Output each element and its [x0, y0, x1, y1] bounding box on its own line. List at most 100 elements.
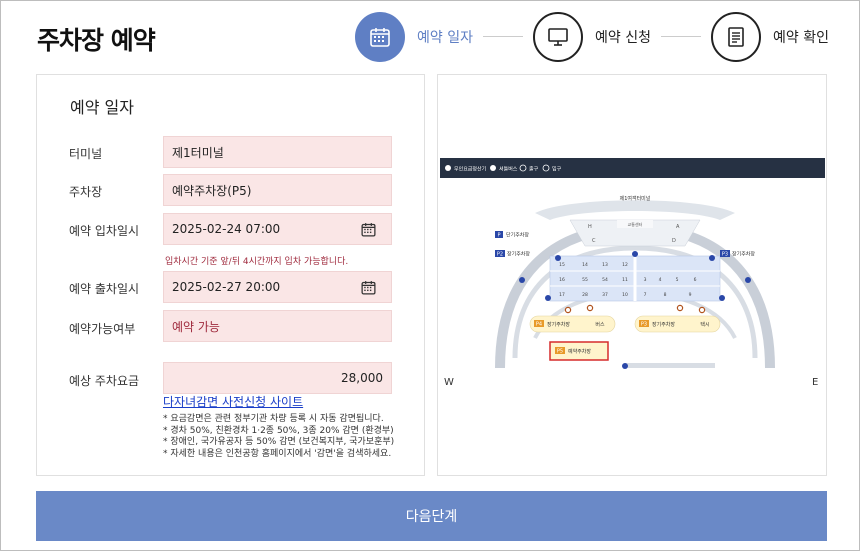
terminal-field[interactable]: 제1터미널 [163, 136, 392, 168]
step-connector [483, 36, 523, 37]
lot-label: 장기주차장 [652, 321, 675, 328]
grid-number: 8 [664, 292, 667, 298]
progress-steps: 예약 일자 예약 신청 예약 확인 [355, 12, 835, 62]
badge-text: P [497, 233, 500, 239]
grid-number: 55 [582, 277, 588, 283]
badge-text: P4 [536, 322, 542, 328]
parking-value: 예약주차장(P5) [172, 183, 252, 198]
exit-marker-icon [698, 306, 706, 314]
step-connector [661, 36, 701, 37]
compass-west: W [444, 377, 454, 388]
map-pin-icon [555, 255, 561, 261]
grid-number: 3 [644, 277, 647, 283]
availability-field: 예약 가능 [163, 310, 392, 342]
exit-datetime-value: 2025-02-27 20:00 [172, 280, 281, 294]
exit-datetime-field[interactable]: 2025-02-27 20:00 [163, 271, 392, 303]
parking-field[interactable]: 예약주차장(P5) [163, 174, 392, 206]
gate-label: H [588, 224, 592, 230]
step-3-label: 예약 확인 [773, 30, 829, 46]
badge-text: P3 [722, 252, 728, 258]
grid-number: 12 [622, 262, 628, 268]
grid-number: 28 [582, 292, 588, 298]
exit-datetime-label: 예약 출차일시 [69, 282, 140, 296]
badge-text: P2 [497, 252, 503, 258]
map-pin-icon [745, 277, 751, 283]
grid-number: 7 [644, 292, 647, 298]
entry-datetime-field[interactable]: 2025-02-24 07:00 [163, 213, 392, 245]
terminal-roof [535, 200, 735, 220]
grid-number: 16 [559, 277, 565, 283]
entry-time-hint: 입차시간 기준 앞/뒤 4시간까지 입차 가능합니다. [165, 257, 349, 267]
legend-item: 셔틀버스 [499, 166, 518, 173]
lower-road [625, 363, 715, 368]
lot-label: 장기주차장 [547, 321, 570, 328]
exit-marker-icon [676, 304, 684, 312]
grid-number: 14 [582, 262, 588, 268]
grid-number: 4 [659, 277, 662, 283]
calendar-icon[interactable] [360, 221, 377, 238]
map-pin-icon [719, 295, 725, 301]
badge-text: P5 [557, 349, 563, 355]
gate-label: A [676, 224, 680, 230]
grid-number: 17 [559, 292, 565, 298]
grid-number: 15 [559, 262, 565, 268]
grid-number: 54 [602, 277, 608, 283]
step-2-label: 예약 신청 [595, 30, 651, 46]
bus-label: 버스 [595, 321, 605, 328]
grid-number: 13 [602, 262, 608, 268]
legend-item: 출구 [529, 166, 539, 173]
note-line: * 장애인, 국가유공자 등 50% 감면 (보건복지부, 국가보훈부) [163, 437, 395, 447]
airport-parking-map: 무인요금정산기 셔틀버스 출구 입구 제1여객터미널 H A C D 교통센터 [440, 158, 825, 369]
lot-label: 단기주차장 [506, 232, 529, 239]
discount-notes: * 요금감면은 관련 정부기관 차량 등록 시 자동 감면됩니다. * 경차 5… [163, 414, 394, 460]
lot-label: 예약주차장 [568, 348, 591, 355]
note-line: * 요금감면은 관련 정부기관 차량 등록 시 자동 감면됩니다. [163, 414, 384, 424]
step-1-calendar-icon [355, 12, 405, 62]
document-icon [728, 27, 744, 47]
legend-item: 무인요금정산기 [454, 166, 486, 173]
map-legend-bar [440, 158, 825, 178]
step-3-document-icon [711, 12, 761, 62]
lot-label: 장기주차장 [732, 251, 755, 258]
exit-marker-icon [564, 306, 572, 314]
map-pin-icon [709, 255, 715, 261]
compass-east: E [812, 377, 819, 388]
terminal-label: 터미널 [69, 147, 103, 161]
next-step-button[interactable]: 다음단계 [36, 491, 827, 541]
badge-text: P3 [641, 322, 647, 328]
map-pin-icon [519, 277, 525, 283]
map-pin-icon [622, 363, 628, 369]
exit-marker-icon [586, 304, 594, 312]
gate-label: C [592, 238, 596, 244]
fee-field: 28,000 [163, 362, 392, 394]
grid-number: 5 [676, 277, 679, 283]
monitor-icon [548, 28, 568, 46]
grid-number: 10 [622, 292, 628, 298]
step-1-label: 예약 일자 [417, 30, 473, 46]
grid-number: 6 [694, 277, 697, 283]
step-2-monitor-icon [533, 12, 583, 62]
note-line: * 자세한 내용은 인천공항 홈페이지에서 '감면'을 검색하세요. [163, 448, 392, 459]
calendar-icon [370, 28, 390, 47]
discount-site-link[interactable]: 다자녀감면 사전신청 사이트 [163, 393, 303, 410]
entry-datetime-value: 2025-02-24 07:00 [172, 222, 281, 236]
section-title: 예약 일자 [70, 98, 134, 117]
gate-label: D [672, 238, 676, 244]
terminal-label: 제1여객터미널 [620, 195, 651, 202]
parking-label: 주차장 [69, 185, 103, 199]
entry-datetime-label: 예약 입차일시 [69, 224, 140, 238]
page-frame: 주차장 예약 예약 일자 예약 신청 예약 확인 예약 일자 터미널 제1터미널… [0, 0, 860, 551]
fee-value: 28,000 [341, 371, 383, 385]
availability-label: 예약가능여부 [69, 322, 136, 336]
kiosk-icon [445, 165, 451, 171]
map-pin-icon [632, 251, 638, 257]
fee-label: 예상 주차요금 [69, 374, 140, 388]
grid-number: 11 [622, 277, 628, 283]
shuttle-bus-icon [490, 165, 496, 171]
legend-item: 입구 [552, 166, 562, 173]
calendar-icon[interactable] [360, 279, 377, 296]
terminal-value: 제1터미널 [172, 145, 224, 160]
page-title: 주차장 예약 [37, 26, 156, 55]
center-label: 교통센터 [628, 221, 643, 227]
map-pin-icon [545, 295, 551, 301]
